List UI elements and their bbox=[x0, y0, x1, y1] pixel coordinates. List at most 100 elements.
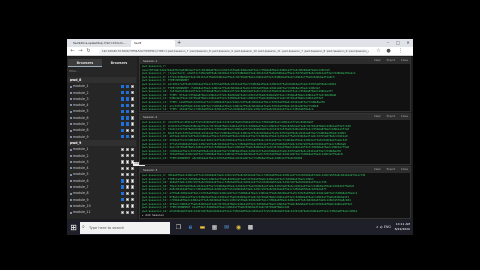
checkbox[interactable] bbox=[130, 210, 134, 215]
browser-tab-2[interactable]: Sec8 bbox=[131, 40, 175, 47]
checkbox[interactable] bbox=[125, 198, 130, 202]
checkbox[interactable] bbox=[125, 109, 130, 114]
checkbox[interactable] bbox=[120, 153, 125, 158]
checkbox[interactable] bbox=[130, 153, 134, 158]
maximize-button[interactable]: □ bbox=[393, 39, 403, 47]
account-icon[interactable]: ● bbox=[385, 48, 392, 55]
checkbox[interactable] bbox=[120, 122, 125, 126]
clear-button[interactable]: Clear bbox=[374, 59, 381, 62]
checkbox[interactable] bbox=[130, 109, 134, 114]
close-button[interactable]: Close bbox=[401, 168, 408, 171]
checkbox[interactable] bbox=[125, 84, 130, 89]
checkbox[interactable] bbox=[130, 116, 134, 120]
checkbox[interactable] bbox=[125, 90, 130, 95]
checkbox[interactable] bbox=[125, 210, 130, 215]
checkbox[interactable] bbox=[125, 153, 130, 158]
export-button[interactable]: Export bbox=[387, 168, 396, 171]
explorer-icon[interactable]: ▬ bbox=[198, 223, 207, 232]
address-bar[interactable]: 192.168.86.76:5000/?HTML5OnTYDMHS=/?:RB=… bbox=[99, 48, 369, 55]
checkbox[interactable] bbox=[130, 166, 134, 170]
checkbox[interactable] bbox=[125, 172, 130, 177]
store-icon[interactable]: ▦ bbox=[210, 223, 219, 232]
menu-icon[interactable]: ⋮ bbox=[397, 48, 404, 55]
checkbox[interactable] bbox=[125, 166, 130, 170]
close-button[interactable]: Close bbox=[401, 59, 408, 62]
add-session-link[interactable]: ▸ Add Session bbox=[142, 214, 408, 217]
minimize-button[interactable]: – bbox=[383, 39, 393, 47]
checkbox[interactable] bbox=[125, 116, 130, 120]
new-tab-button[interactable]: + bbox=[177, 40, 181, 46]
checkbox[interactable] bbox=[130, 90, 134, 95]
reload-icon[interactable]: ↻ bbox=[85, 48, 92, 55]
forward-icon[interactable]: → bbox=[77, 48, 84, 55]
checkbox[interactable] bbox=[125, 185, 130, 189]
checkbox[interactable] bbox=[125, 147, 130, 152]
checkbox[interactable] bbox=[125, 191, 130, 196]
checkbox[interactable] bbox=[120, 210, 125, 215]
checkbox[interactable] bbox=[120, 90, 125, 95]
system-tray[interactable]: ∧ ◂) ENG bbox=[376, 224, 391, 231]
edge-icon[interactable]: e bbox=[186, 223, 195, 232]
export-button[interactable]: Export bbox=[387, 115, 396, 118]
sidebar-tab-1[interactable]: Browsers bbox=[68, 59, 102, 67]
clock[interactable]: 10:11 AM 8/22/2020 bbox=[395, 222, 410, 232]
sidebar-filter[interactable]: Filter... bbox=[69, 69, 135, 74]
checkbox-group bbox=[120, 116, 134, 120]
checkbox[interactable] bbox=[130, 204, 134, 208]
checkbox[interactable] bbox=[130, 179, 134, 183]
checkbox[interactable] bbox=[130, 84, 134, 89]
checkbox[interactable] bbox=[120, 116, 125, 120]
app-icon[interactable]: ■ bbox=[246, 223, 255, 232]
close-button[interactable]: Close bbox=[401, 115, 408, 118]
checkbox[interactable] bbox=[125, 122, 130, 126]
checkbox[interactable] bbox=[130, 97, 134, 101]
checkbox[interactable] bbox=[120, 160, 125, 164]
checkbox[interactable] bbox=[120, 128, 125, 133]
start-button[interactable]: ⊞ bbox=[69, 223, 78, 232]
checkbox[interactable] bbox=[120, 172, 125, 177]
checkbox[interactable] bbox=[130, 122, 134, 126]
checkbox[interactable] bbox=[130, 103, 134, 107]
checkbox[interactable] bbox=[125, 204, 130, 208]
checkbox[interactable] bbox=[130, 128, 134, 133]
taskbar-search[interactable]: Type here to search bbox=[80, 221, 170, 234]
checkbox[interactable] bbox=[125, 179, 130, 183]
export-button[interactable]: Export bbox=[387, 59, 396, 62]
star-icon[interactable]: ☆ bbox=[375, 48, 382, 55]
checkbox[interactable] bbox=[120, 135, 125, 139]
task-view-icon[interactable]: ❐ bbox=[174, 223, 183, 232]
checkbox[interactable] bbox=[130, 185, 134, 189]
close-window-button[interactable]: ✕ bbox=[403, 39, 413, 47]
status-dot-icon bbox=[69, 161, 72, 164]
checkbox[interactable] bbox=[120, 109, 125, 114]
checkbox[interactable] bbox=[120, 103, 125, 107]
clear-button[interactable]: Clear bbox=[374, 115, 381, 118]
checkbox[interactable] bbox=[130, 147, 134, 152]
checkbox[interactable] bbox=[120, 84, 125, 89]
sidebar-item[interactable]: module_11 bbox=[68, 209, 136, 215]
checkbox[interactable] bbox=[125, 103, 130, 107]
checkbox[interactable] bbox=[120, 198, 125, 202]
back-icon[interactable]: ← bbox=[69, 48, 76, 55]
checkbox[interactable] bbox=[130, 172, 134, 177]
clear-button[interactable]: Clear bbox=[374, 168, 381, 171]
mail-icon[interactable]: ✉ bbox=[222, 223, 231, 232]
sidebar-tab-2[interactable]: Browsers bbox=[102, 59, 136, 67]
checkbox[interactable] bbox=[120, 185, 125, 189]
checkbox[interactable] bbox=[125, 128, 130, 133]
checkbox[interactable] bbox=[130, 198, 134, 202]
browser-tab-1[interactable]: Sec9dhcs.splashtop.7/9c=Chrom... bbox=[70, 40, 130, 47]
checkbox-group bbox=[120, 166, 134, 170]
checkbox[interactable] bbox=[125, 97, 130, 101]
checkbox[interactable] bbox=[120, 191, 125, 196]
checkbox[interactable] bbox=[130, 191, 134, 196]
checkbox[interactable] bbox=[125, 135, 130, 139]
checkbox[interactable] bbox=[120, 179, 125, 183]
checkbox[interactable] bbox=[120, 147, 125, 152]
checkbox[interactable] bbox=[120, 166, 125, 170]
chrome-icon[interactable]: ◉ bbox=[234, 223, 243, 232]
checkbox[interactable] bbox=[125, 160, 130, 164]
checkbox[interactable] bbox=[120, 97, 125, 101]
checkbox[interactable] bbox=[120, 204, 125, 208]
checkbox[interactable] bbox=[130, 135, 134, 139]
